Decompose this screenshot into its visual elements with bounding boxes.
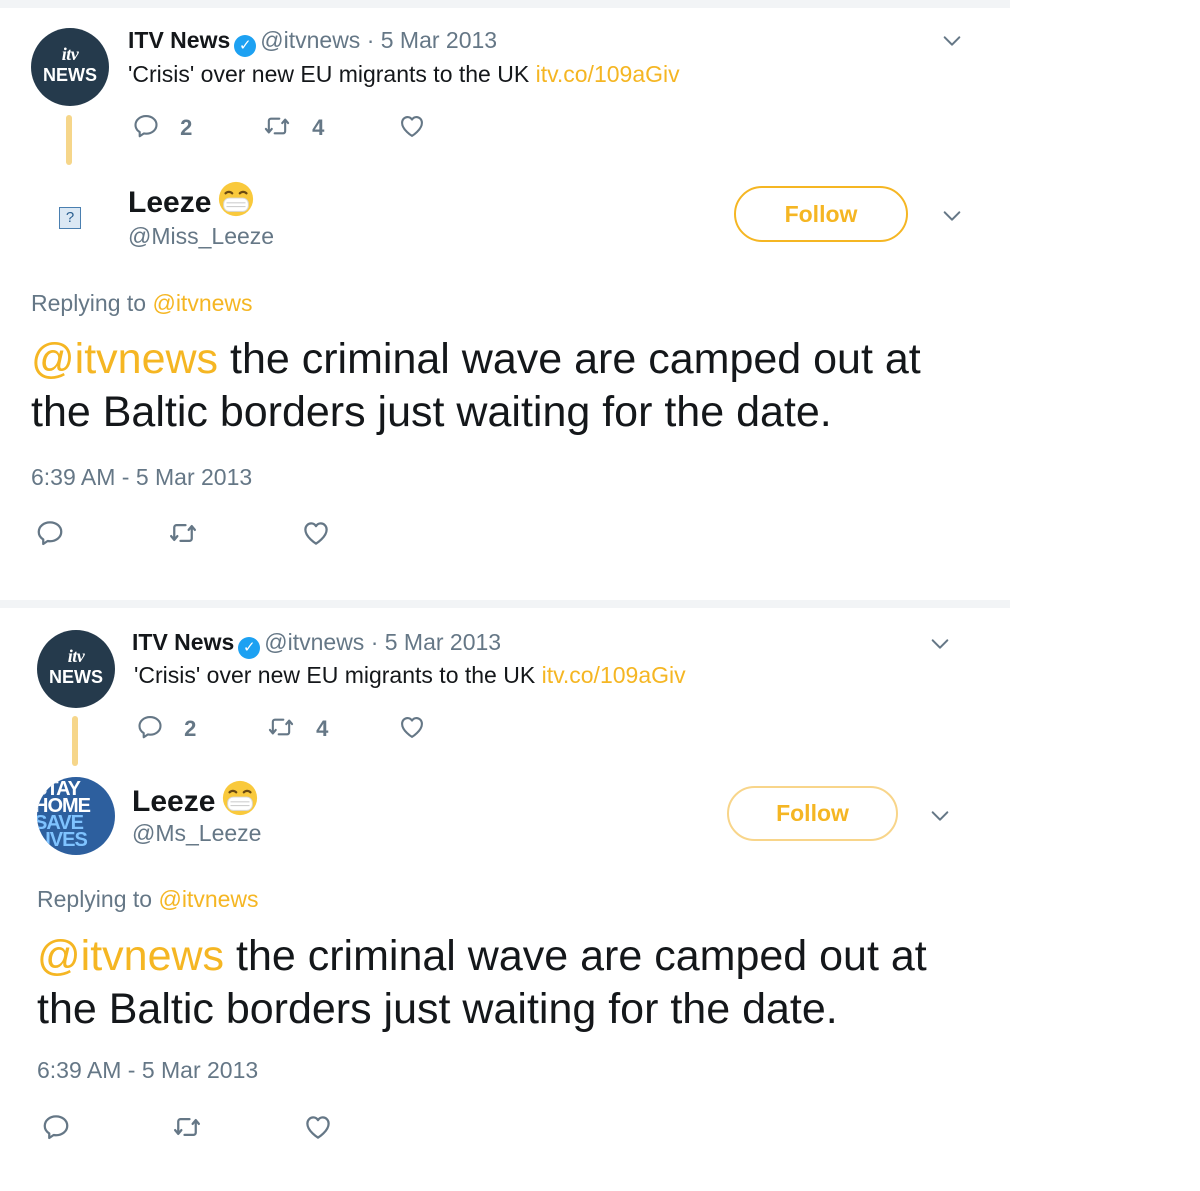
parent-tweet-link[interactable]: itv.co/109aGiv bbox=[542, 662, 686, 688]
retweet-count: 4 bbox=[312, 115, 325, 140]
retweet-button[interactable]: 4 bbox=[262, 112, 324, 141]
replying-to-link[interactable]: @itvnews bbox=[158, 886, 258, 912]
reply-button[interactable]: 2 bbox=[136, 713, 196, 742]
reply-author-name[interactable]: Leeze bbox=[128, 180, 255, 221]
stay-home-avatar[interactable]: STAY HOME SAVE LIVES bbox=[37, 777, 115, 855]
parent-author-name[interactable]: ITV News bbox=[128, 27, 230, 53]
retweet-icon bbox=[262, 112, 292, 140]
reply-count: 2 bbox=[184, 716, 197, 741]
divider bbox=[0, 600, 1010, 608]
reply-icon[interactable] bbox=[35, 518, 65, 548]
reply-author-name[interactable]: Leeze bbox=[132, 779, 259, 820]
parent-author-handle[interactable]: @itvnews bbox=[264, 629, 364, 655]
like-icon[interactable] bbox=[303, 1112, 333, 1142]
replying-to: Replying to @itvnews bbox=[37, 886, 259, 912]
like-icon[interactable] bbox=[301, 518, 331, 548]
avatar-logo-text: NEWS bbox=[43, 65, 97, 85]
divider bbox=[0, 0, 1010, 8]
chevron-down-icon[interactable] bbox=[929, 633, 951, 655]
parent-tweet-actions: 2 4 bbox=[136, 713, 456, 743]
broken-avatar[interactable]: ? bbox=[31, 179, 109, 257]
parent-author-handle[interactable]: @itvnews bbox=[260, 27, 360, 53]
retweet-icon bbox=[266, 713, 296, 741]
avatar-logo-text: NEWS bbox=[49, 667, 103, 687]
parent-tweet-text: 'Crisis' over new EU migrants to the UK … bbox=[128, 61, 680, 87]
reply-button[interactable]: 2 bbox=[132, 112, 192, 141]
itv-news-avatar[interactable]: itv NEWS bbox=[31, 28, 109, 106]
parent-tweet-header: ITV News ✓ @itvnews · 5 Mar 2013 bbox=[132, 628, 501, 659]
reply-icon[interactable] bbox=[41, 1112, 71, 1142]
itv-news-avatar[interactable]: itv NEWS bbox=[37, 630, 115, 708]
thread-line bbox=[72, 716, 78, 766]
chevron-down-icon[interactable] bbox=[941, 205, 963, 227]
reply-author-handle[interactable]: @Miss_Leeze bbox=[128, 222, 274, 250]
avatar-logo-text: itv bbox=[61, 44, 79, 64]
reply-tweet-text: @itvnews the criminal wave are camped ou… bbox=[37, 932, 927, 1033]
verified-icon: ✓ bbox=[234, 35, 257, 57]
avatar-logo-text: LIVES bbox=[37, 829, 88, 851]
mask-emoji-icon bbox=[221, 779, 259, 817]
chevron-down-icon[interactable] bbox=[941, 30, 963, 52]
broken-image-icon: ? bbox=[59, 207, 81, 229]
replying-to-link[interactable]: @itvnews bbox=[152, 290, 252, 316]
follow-button[interactable]: Follow bbox=[727, 786, 898, 841]
like-button[interactable] bbox=[398, 713, 426, 742]
chevron-down-icon[interactable] bbox=[929, 805, 951, 827]
retweet-icon[interactable] bbox=[167, 518, 199, 548]
thread-line bbox=[66, 115, 72, 165]
mention-link[interactable]: @itvnews bbox=[37, 932, 224, 980]
parent-tweet-date[interactable]: · 5 Mar 2013 bbox=[371, 629, 501, 655]
parent-tweet-actions: 2 4 bbox=[132, 112, 452, 142]
parent-tweet-link[interactable]: itv.co/109aGiv bbox=[536, 61, 680, 87]
like-icon bbox=[398, 713, 426, 741]
mention-link[interactable]: @itvnews bbox=[31, 335, 218, 383]
parent-tweet-header: ITV News ✓ @itvnews · 5 Mar 2013 bbox=[128, 26, 497, 57]
tweet-screenshot-2: itv NEWS ITV News ✓ @itvnews · 5 Mar 2013 … bbox=[0, 600, 1200, 1191]
parent-tweet-date[interactable]: · 5 Mar 2013 bbox=[367, 27, 497, 53]
avatar-logo-text: itv bbox=[67, 646, 85, 666]
reply-icon bbox=[136, 713, 164, 741]
like-button[interactable] bbox=[398, 112, 426, 141]
reply-author-handle[interactable]: @Ms_Leeze bbox=[132, 819, 261, 847]
replying-to: Replying to @itvnews bbox=[31, 290, 253, 316]
like-icon bbox=[398, 112, 426, 140]
tweet-timestamp[interactable]: 6:39 AM - 5 Mar 2013 bbox=[37, 1057, 258, 1084]
parent-tweet-text: 'Crisis' over new EU migrants to the UK … bbox=[134, 662, 686, 688]
retweet-button[interactable]: 4 bbox=[266, 713, 328, 742]
reply-tweet-text: @itvnews the criminal wave are camped ou… bbox=[31, 335, 921, 436]
verified-icon: ✓ bbox=[238, 637, 261, 659]
follow-button[interactable]: Follow bbox=[734, 186, 908, 242]
tweet-screenshot-1: itv NEWS ITV News ✓ @itvnews · 5 Mar 2013 … bbox=[0, 0, 1200, 600]
retweet-icon[interactable] bbox=[171, 1112, 203, 1142]
reply-icon bbox=[132, 112, 160, 140]
mask-emoji-icon bbox=[217, 180, 255, 218]
tweet-timestamp[interactable]: 6:39 AM - 5 Mar 2013 bbox=[31, 464, 252, 491]
parent-author-name[interactable]: ITV News bbox=[132, 629, 234, 655]
retweet-count: 4 bbox=[316, 716, 329, 741]
reply-count: 2 bbox=[180, 115, 193, 140]
